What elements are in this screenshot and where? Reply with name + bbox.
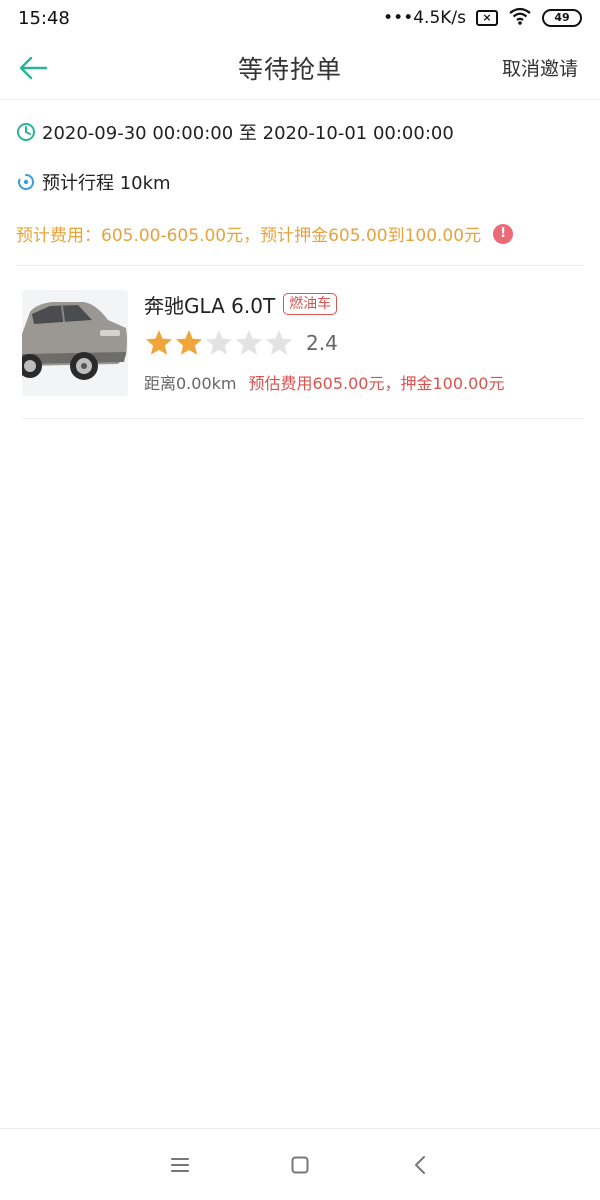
star-filled-icon: [174, 328, 204, 358]
car-info: 奔驰GLA 6.0T 燃油车 2.4 距离0.00km 预估费用605.00元，…: [144, 290, 504, 396]
status-bar: 15:48 •••4.5K/s × 49: [0, 0, 600, 36]
star-empty-icon: [264, 328, 294, 358]
back-icon[interactable]: [400, 1145, 440, 1185]
cancel-invite-button[interactable]: 取消邀请: [502, 54, 578, 81]
back-arrow-icon[interactable]: [18, 51, 52, 85]
trip-info: 2020-09-30 00:00:00 至 2020-10-01 00:00:0…: [0, 100, 600, 266]
route-icon: [16, 172, 36, 192]
car-image: [22, 290, 128, 396]
page-title: 等待抢单: [237, 54, 342, 84]
time-range-row: 2020-09-30 00:00:00 至 2020-10-01 00:00:0…: [16, 100, 584, 162]
fee-estimate-row: 预计费用：605.00-605.00元，预计押金605.00到100.00元 !: [16, 202, 584, 266]
alert-icon[interactable]: !: [493, 223, 514, 244]
x-sim-icon: ×: [476, 10, 498, 26]
status-time: 15:48: [18, 7, 70, 29]
menu-icon[interactable]: [160, 1145, 200, 1185]
trip-distance-row: 预计行程 10km: [16, 162, 584, 202]
network-speed: •••4.5K/s: [383, 8, 466, 28]
car-meta-row: 距离0.00km 预估费用605.00元，押金100.00元: [144, 368, 504, 396]
car-fee: 预估费用605.00元，押金100.00元: [248, 374, 505, 393]
star-empty-icon: [234, 328, 264, 358]
star-filled-icon: [144, 328, 174, 358]
clock-icon: [16, 122, 36, 142]
car-name: 奔驰GLA 6.0T: [144, 293, 276, 318]
time-range-text: 2020-09-30 00:00:00 至 2020-10-01 00:00:0…: [42, 123, 454, 144]
battery-icon: 49: [542, 9, 582, 27]
wifi-icon: [508, 7, 532, 30]
star-rating: [144, 328, 294, 358]
rating-value: 2.4: [306, 331, 338, 355]
status-indicators: •••4.5K/s × 49: [383, 7, 582, 30]
star-empty-icon: [204, 328, 234, 358]
car-distance: 距离0.00km: [144, 374, 237, 393]
car-card[interactable]: 奔驰GLA 6.0T 燃油车 2.4 距离0.00km 预估费用605.00元，…: [22, 266, 584, 419]
car-title-row: 奔驰GLA 6.0T 燃油车: [144, 290, 504, 318]
fuel-type-badge: 燃油车: [283, 293, 338, 315]
nav-header: 等待抢单 取消邀请: [0, 36, 600, 100]
trip-distance-text: 预计行程 10km: [42, 173, 171, 194]
rating-row: 2.4: [144, 318, 504, 368]
system-nav-bar: [0, 1128, 600, 1200]
home-icon[interactable]: [280, 1145, 320, 1185]
fee-estimate-text: 预计费用：605.00-605.00元，预计押金605.00到100.00元: [16, 226, 482, 246]
